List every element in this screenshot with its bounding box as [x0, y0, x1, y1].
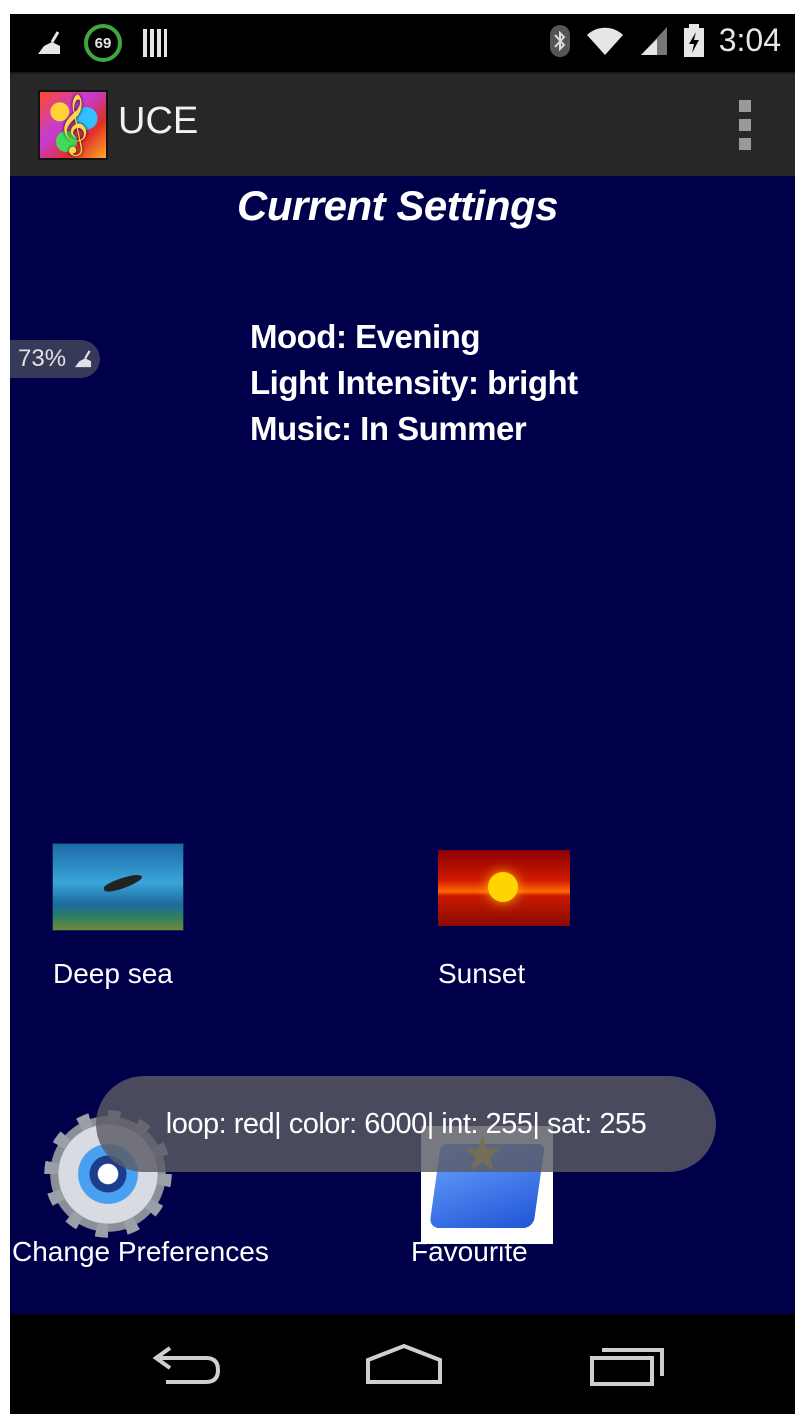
notification-count: 69	[94, 34, 112, 52]
cleaner-icon	[38, 31, 60, 54]
sunset-label[interactable]: Sunset	[438, 958, 525, 990]
barcode-icon	[143, 29, 167, 57]
battery-percent: 73%	[18, 345, 67, 372]
battery-charging-icon	[683, 23, 704, 57]
sunset-image[interactable]	[438, 850, 570, 926]
app-logo-icon[interactable]: 𝄞	[38, 90, 108, 160]
back-icon[interactable]	[146, 1342, 226, 1388]
cleaner-icon	[74, 350, 92, 368]
current-settings: Mood: Evening Light Intensity: bright Mu…	[250, 314, 578, 452]
mood-setting: Mood: Evening	[250, 318, 480, 355]
signal-icon	[640, 26, 667, 55]
action-bar: 𝄞 UCE	[10, 72, 795, 176]
status-bar: 69 3:04	[10, 14, 795, 72]
light-intensity-setting: Light Intensity: bright	[250, 364, 578, 401]
recent-apps-icon[interactable]	[588, 1342, 668, 1388]
wifi-icon	[586, 27, 623, 55]
change-preferences-label[interactable]: Change Preferences	[12, 1236, 269, 1268]
home-icon[interactable]	[364, 1342, 444, 1388]
main-content: Current Settings Mood: Evening Light Int…	[10, 176, 795, 1314]
music-setting: Music: In Summer	[250, 410, 527, 447]
navigation-bar	[10, 1314, 795, 1414]
battery-overlay[interactable]: 73%	[10, 340, 100, 378]
overflow-menu-icon[interactable]	[737, 100, 753, 150]
toast-message: loop: red| color: 6000| int: 255| sat: 2…	[96, 1076, 716, 1172]
deep-sea-label[interactable]: Deep sea	[53, 958, 173, 990]
app-title: UCE	[118, 100, 199, 142]
page-title: Current Settings	[236, 182, 559, 229]
badge-icon: 69	[84, 24, 122, 62]
bluetooth-icon	[549, 24, 570, 57]
deep-sea-image[interactable]	[52, 843, 184, 931]
favourite-label[interactable]: Favourite	[411, 1236, 528, 1268]
device-frame: 69 3:04 𝄞 UCE Current Settings Mood: Eve…	[10, 14, 795, 1414]
status-time: 3:04	[718, 22, 781, 58]
